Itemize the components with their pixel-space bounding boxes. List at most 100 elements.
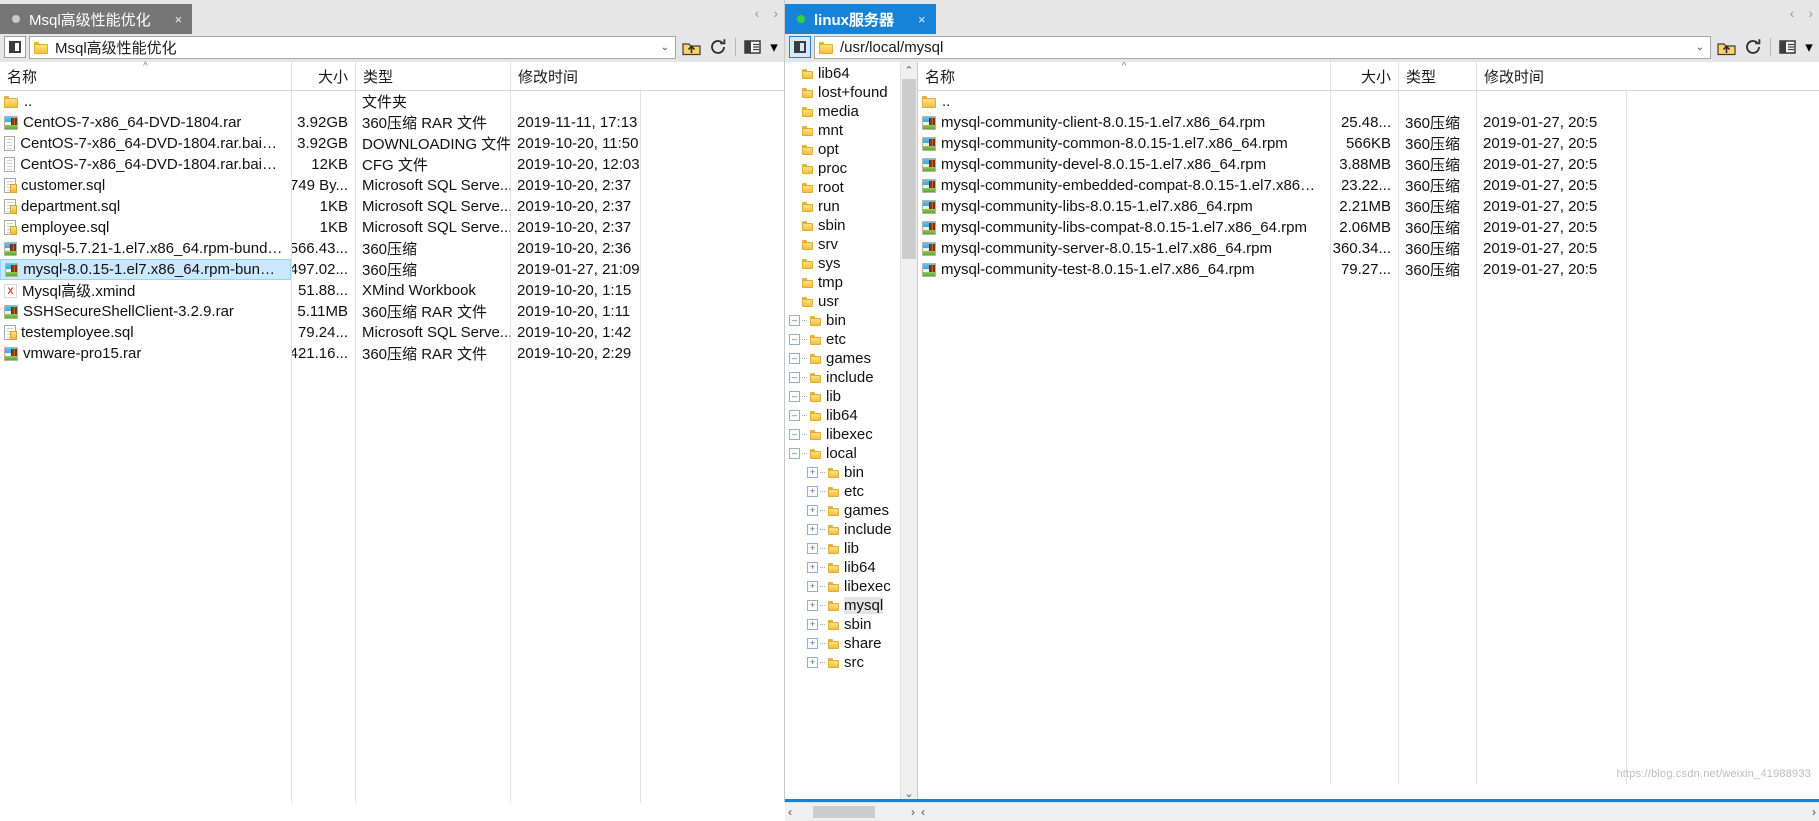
cell-name[interactable]: mysql-community-client-8.0.15-1.el7.x86_…	[918, 112, 1330, 133]
cell-name[interactable]: mysql-5.7.21-1.el7.x86_64.rpm-bundle.tar	[0, 238, 291, 259]
table-row[interactable]: testemployee.sql79.24...Microsoft SQL Se…	[0, 322, 784, 343]
cell-name[interactable]: mysql-community-common-8.0.15-1.el7.x86_…	[918, 133, 1330, 154]
tree-vertical-scrollbar[interactable]: ⌃ ⌄	[900, 62, 917, 802]
tree-item-include[interactable]: –include	[785, 368, 917, 387]
table-row[interactable]: XMysql高级.xmind51.88...XMind Workbook2019…	[0, 280, 784, 301]
table-row[interactable]: mysql-community-libs-compat-8.0.15-1.el7…	[918, 217, 1819, 238]
expand-icon[interactable]: +	[807, 600, 818, 611]
column-header-size[interactable]: 大小	[1330, 62, 1398, 90]
column-header-size[interactable]: 大小	[291, 62, 355, 90]
tree-item-games[interactable]: +games	[785, 501, 917, 520]
table-row[interactable]: ..	[918, 91, 1819, 112]
cell-name[interactable]: mysql-community-server-8.0.15-1.el7.x86_…	[918, 238, 1330, 259]
directory-tree[interactable]: lib64lost+foundmediamntoptprocrootrunsbi…	[785, 62, 918, 802]
up-folder-button[interactable]	[1714, 35, 1738, 59]
view-mode-button[interactable]	[1776, 35, 1800, 59]
table-row[interactable]: ..文件夹	[0, 91, 784, 112]
right-path-input[interactable]: /usr/local/mysql ⌄	[814, 36, 1711, 59]
collapse-icon[interactable]: –	[789, 315, 800, 326]
cell-name[interactable]: mysql-community-embedded-compat-8.0.15-1…	[918, 175, 1330, 196]
scroll-right-icon[interactable]: ›	[911, 805, 915, 819]
tree-item-opt[interactable]: opt	[785, 140, 917, 159]
tree-item-media[interactable]: media	[785, 102, 917, 121]
scroll-right-icon[interactable]: ›	[1812, 805, 1816, 819]
column-header-type[interactable]: 类型	[355, 62, 510, 90]
right-file-list[interactable]: ..mysql-community-client-8.0.15-1.el7.x8…	[918, 91, 1819, 784]
cell-name[interactable]: mysql-8.0.15-1.el7.x86_64.rpm-bundle.tar	[0, 259, 291, 280]
collapse-icon[interactable]: –	[789, 334, 800, 345]
column-header-date[interactable]: 修改时间	[1476, 62, 1626, 90]
table-row[interactable]: mysql-community-client-8.0.15-1.el7.x86_…	[918, 112, 1819, 133]
column-header-name[interactable]: 名称 ^	[0, 62, 291, 90]
cell-name[interactable]: vmware-pro15.rar	[0, 343, 291, 364]
tree-item-local[interactable]: –local	[785, 444, 917, 463]
back-icon[interactable]: ‹	[755, 6, 760, 20]
tree-item-lib64[interactable]: lib64	[785, 64, 917, 83]
up-folder-button[interactable]	[679, 35, 703, 59]
expand-icon[interactable]: +	[807, 581, 818, 592]
cell-name[interactable]: mysql-community-test-8.0.15-1.el7.x86_64…	[918, 259, 1330, 280]
cell-name[interactable]: employee.sql	[0, 217, 291, 238]
tree-item-lib[interactable]: +lib	[785, 539, 917, 558]
tree-item-sbin[interactable]: sbin	[785, 216, 917, 235]
scroll-left-icon[interactable]: ‹	[788, 805, 792, 819]
collapse-icon[interactable]: –	[789, 372, 800, 383]
cell-name[interactable]: mysql-community-libs-8.0.15-1.el7.x86_64…	[918, 196, 1330, 217]
table-row[interactable]: mysql-8.0.15-1.el7.x86_64.rpm-bundle.tar…	[0, 259, 784, 280]
back-icon[interactable]: ‹	[1790, 6, 1795, 20]
tree-item-mnt[interactable]: mnt	[785, 121, 917, 140]
table-row[interactable]: mysql-community-libs-8.0.15-1.el7.x86_64…	[918, 196, 1819, 217]
table-row[interactable]: mysql-community-server-8.0.15-1.el7.x86_…	[918, 238, 1819, 259]
tree-item-root[interactable]: root	[785, 178, 917, 197]
tree-item-lib64[interactable]: –lib64	[785, 406, 917, 425]
tree-item-src[interactable]: +src	[785, 653, 917, 672]
tree-item-lib64[interactable]: +lib64	[785, 558, 917, 577]
view-mode-button[interactable]	[741, 35, 765, 59]
cell-name[interactable]: XMysql高级.xmind	[0, 280, 291, 301]
collapse-icon[interactable]: –	[789, 448, 800, 459]
collapse-icon[interactable]: –	[789, 429, 800, 440]
cell-name[interactable]: department.sql	[0, 196, 291, 217]
view-mode-caret[interactable]: ▾	[768, 35, 780, 59]
expand-icon[interactable]: +	[807, 619, 818, 630]
table-row[interactable]: mysql-community-test-8.0.15-1.el7.x86_64…	[918, 259, 1819, 280]
expand-icon[interactable]: +	[807, 543, 818, 554]
table-row[interactable]: mysql-5.7.21-1.el7.x86_64.rpm-bundle.tar…	[0, 238, 784, 259]
close-icon[interactable]: ×	[175, 13, 183, 26]
collapse-icon[interactable]: –	[789, 391, 800, 402]
table-row[interactable]: mysql-community-embedded-compat-8.0.15-1…	[918, 175, 1819, 196]
tree-item-lost+found[interactable]: lost+found	[785, 83, 917, 102]
toggle-tree-button[interactable]	[4, 36, 26, 58]
scrollbar-thumb[interactable]	[902, 79, 916, 259]
tree-item-share[interactable]: +share	[785, 634, 917, 653]
cell-name[interactable]: mysql-community-libs-compat-8.0.15-1.el7…	[918, 217, 1330, 238]
chevron-down-icon[interactable]: ⌄	[661, 42, 671, 53]
tab-linux-server[interactable]: linux服务器 ×	[785, 4, 936, 34]
scroll-left-icon[interactable]: ‹	[921, 805, 925, 819]
tree-item-games[interactable]: –games	[785, 349, 917, 368]
list-horizontal-scrollbar[interactable]: ‹ ›	[918, 802, 1819, 821]
expand-icon[interactable]: +	[807, 486, 818, 497]
tree-item-bin[interactable]: +bin	[785, 463, 917, 482]
tree-item-etc[interactable]: –etc	[785, 330, 917, 349]
table-row[interactable]: CentOS-7-x86_64-DVD-1804.rar3.92GB360压缩 …	[0, 112, 784, 133]
tree-item-lib[interactable]: –lib	[785, 387, 917, 406]
tree-item-srv[interactable]: srv	[785, 235, 917, 254]
scrollbar-thumb[interactable]	[813, 806, 875, 818]
chevron-down-icon[interactable]: ⌄	[1696, 42, 1706, 53]
cell-name[interactable]: mysql-community-devel-8.0.15-1.el7.x86_6…	[918, 154, 1330, 175]
tree-item-usr[interactable]: usr	[785, 292, 917, 311]
view-mode-caret[interactable]: ▾	[1803, 35, 1815, 59]
tree-item-sys[interactable]: sys	[785, 254, 917, 273]
tree-item-sbin[interactable]: +sbin	[785, 615, 917, 634]
cell-name[interactable]: ..	[918, 91, 1330, 112]
cell-name[interactable]: testemployee.sql	[0, 322, 291, 343]
left-file-list[interactable]: ..文件夹CentOS-7-x86_64-DVD-1804.rar3.92GB3…	[0, 91, 784, 803]
tree-item-etc[interactable]: +etc	[785, 482, 917, 501]
tree-item-mysql[interactable]: +mysql	[785, 596, 917, 615]
expand-icon[interactable]: +	[807, 657, 818, 668]
table-row[interactable]: customer.sql749 By...Microsoft SQL Serve…	[0, 175, 784, 196]
expand-icon[interactable]: +	[807, 524, 818, 535]
cell-name[interactable]: ..	[0, 91, 291, 112]
collapse-icon[interactable]: –	[789, 353, 800, 364]
